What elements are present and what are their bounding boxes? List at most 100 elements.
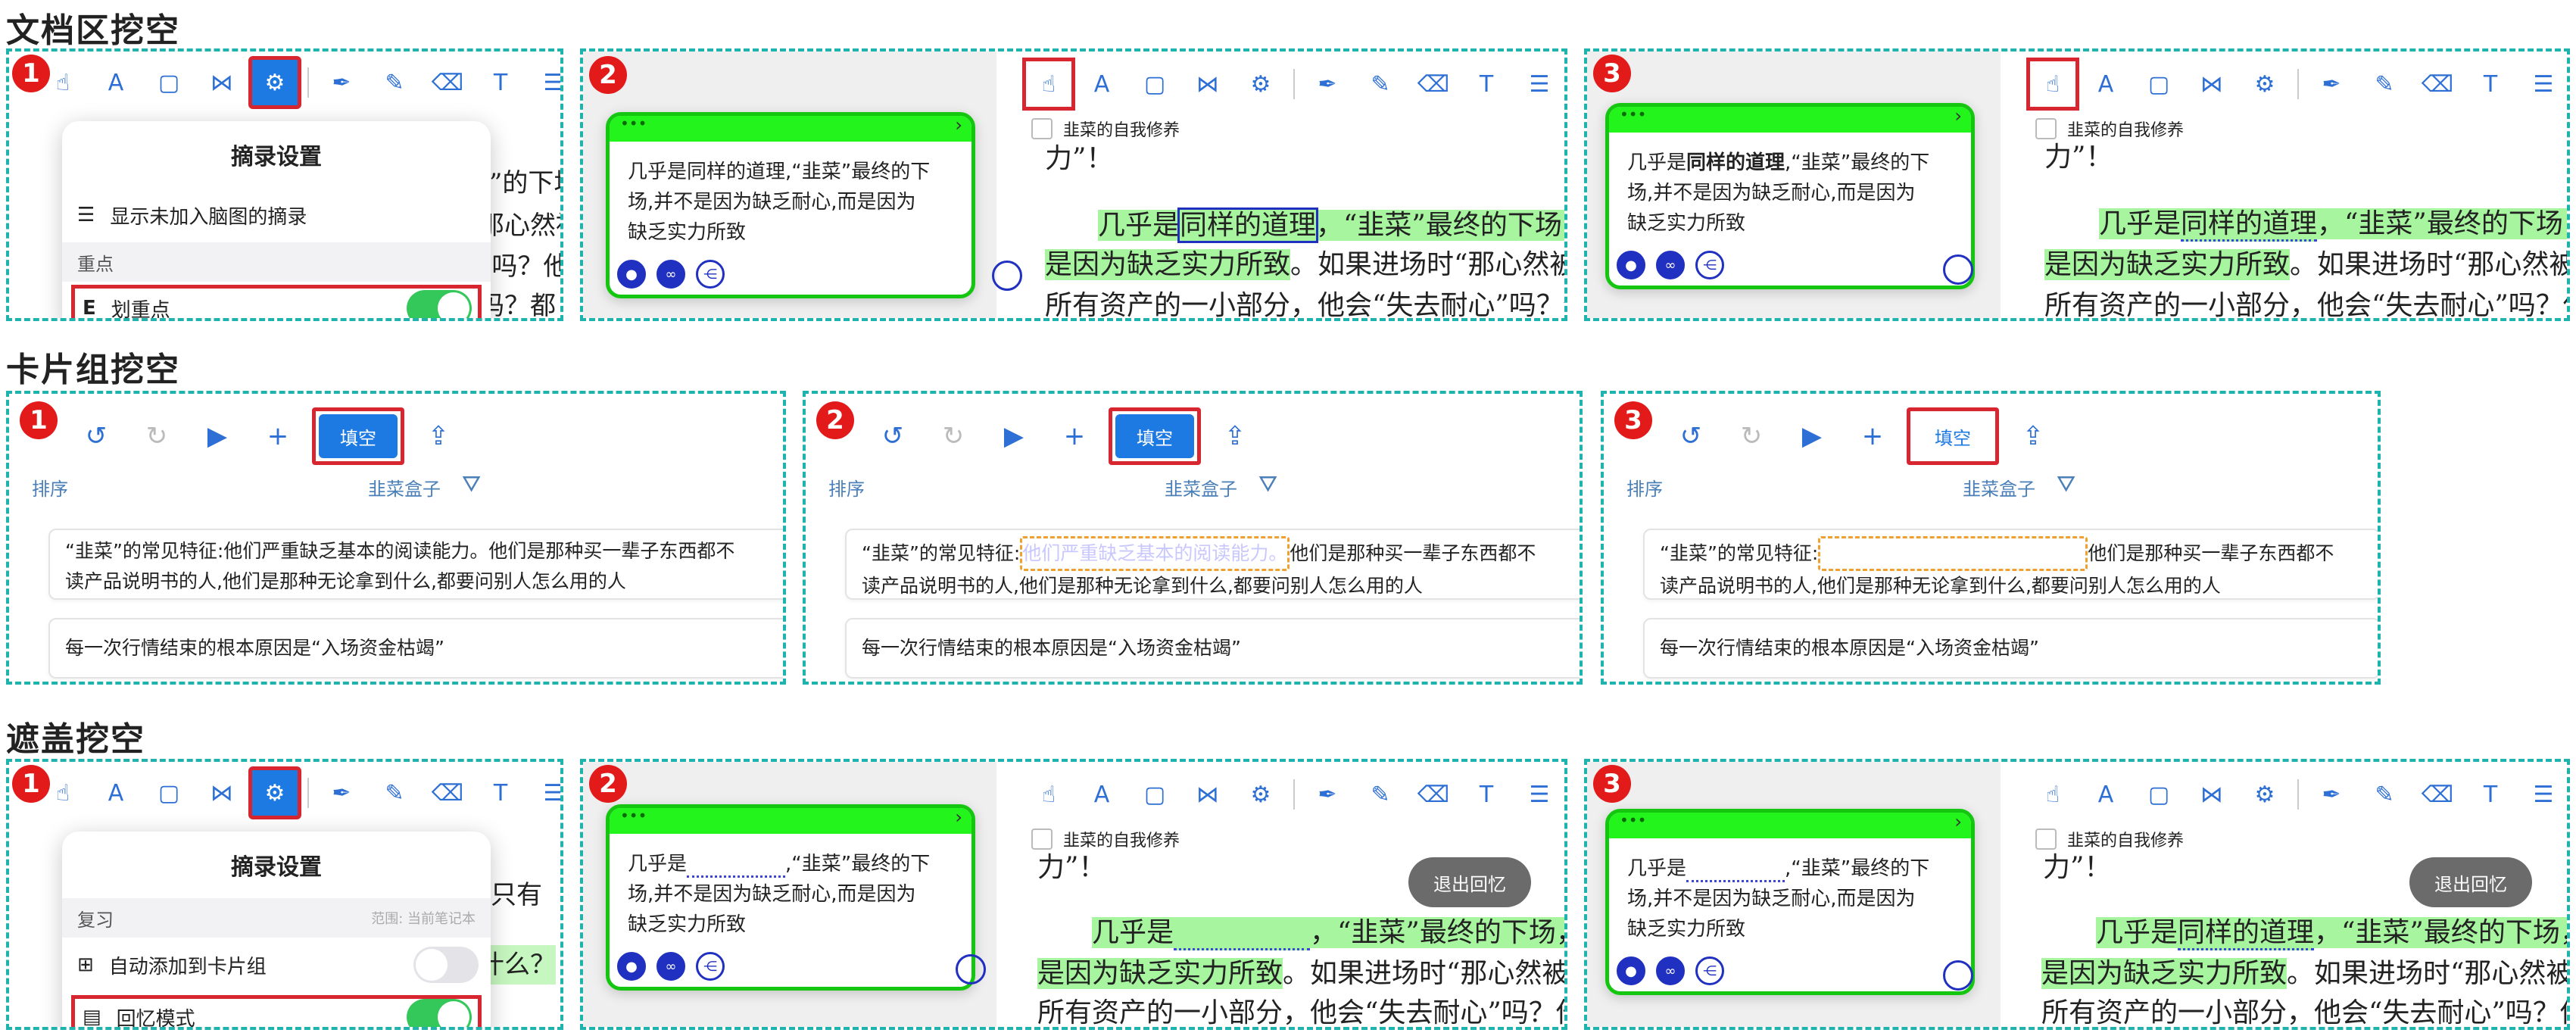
card-box-label[interactable]: 韭菜盒子 [1165,474,1237,501]
card-box-label[interactable]: 韭菜盒子 [1963,474,2035,501]
text-underline-icon[interactable]: A [89,56,142,109]
highlighter-icon[interactable]: ✎ [368,56,421,109]
excerpt-card[interactable]: ••• › 几乎是同样的道理,“韭菜”最终的下 场,并不是因为缺乏耐心,而是因为 … [606,804,975,991]
excerpt-card[interactable]: ••• › 几乎是同样的道理,“韭菜”最终的下 场,并不是因为缺乏耐心,而是因为 … [606,112,975,298]
eraser-icon[interactable]: ⌫ [2411,58,2464,111]
more-icon[interactable]: ☰ [2517,768,2567,821]
textbox-icon[interactable]: T [1460,58,1513,111]
more-icon[interactable]: ☰ [527,766,560,819]
show-unadded-row[interactable]: ☰ 显示未加入脑图的摘录 [62,188,491,242]
mindmap-branch-icon[interactable]: ⋲ [696,952,725,981]
text-underline-icon[interactable]: A [89,766,142,819]
eraser-icon[interactable]: ⌫ [1407,58,1460,111]
group-card[interactable]: 每一次行情结束的根本原因是“入场资金枯竭” [48,618,783,679]
mindmap-icon[interactable]: ⋈ [1181,58,1234,111]
pointer-icon[interactable]: ☝ [1022,58,1075,111]
auto-add-toggle[interactable] [413,947,479,983]
pen-icon[interactable]: ✒ [2305,58,2358,111]
link-icon[interactable]: ∞ [656,260,685,289]
group-card[interactable]: 每一次行情结束的根本原因是“入场资金枯竭” [845,618,1580,679]
redo-icon[interactable]: ↻ [130,413,183,459]
text-underline-icon[interactable]: A [1075,58,1128,111]
add-icon[interactable]: + [1048,413,1101,459]
mindmap-icon[interactable]: ⋈ [195,766,248,819]
textbox-icon[interactable]: T [474,56,527,109]
fill-blank-button[interactable]: 填空 [1115,414,1194,458]
pen-icon[interactable]: ✒ [1301,768,1354,821]
more-icon[interactable]: ☰ [1513,58,1564,111]
group-card[interactable]: “韭菜”的常见特征:他们严重缺乏基本的阅读能力。他们是那种买一辈子东西都不 读产… [48,529,783,600]
comment-icon[interactable]: ● [1617,251,1645,279]
filter-icon[interactable]: ⛛ [2057,471,2075,498]
highlighter-icon[interactable]: ✎ [1354,58,1407,111]
highlight-key-row[interactable]: E 划重点 [71,285,482,318]
highlighter-icon[interactable]: ✎ [2358,768,2411,821]
link-icon[interactable]: ∞ [1656,251,1685,279]
resize-handle-icon[interactable] [992,261,1022,291]
undo-icon[interactable]: ↺ [1664,413,1717,459]
redo-icon[interactable]: ↻ [927,413,980,459]
excerpt-settings-icon[interactable]: ⚙ [1234,58,1287,111]
cloze-blank[interactable]: 同样的道理 [687,853,786,878]
mindmap-branch-icon[interactable]: ⋲ [1695,251,1724,279]
textbox-icon[interactable]: T [474,766,527,819]
cloze-blank[interactable]: 同样的道理 [1686,857,1785,882]
undo-icon[interactable]: ↺ [70,413,123,459]
rectangle-select-icon[interactable]: ▢ [142,766,195,819]
eraser-icon[interactable]: ⌫ [1407,768,1460,821]
resize-handle-icon[interactable] [1943,960,1973,991]
group-card[interactable]: “韭菜”的常见特征:他们严重缺乏基本的阅读能力。他们是那种买一辈子东西都不 读产… [1643,529,2378,600]
exit-recall-button[interactable]: 退出回忆 [2409,857,2532,907]
recall-mode-row[interactable]: ▤ 回忆模式 [71,995,482,1027]
excerpt-card[interactable]: ••• › 几乎是同样的道理,“韭菜”最终的下 场,并不是因为缺乏耐心,而是因为 … [1605,809,1975,995]
fill-blank-button[interactable]: 填空 [1913,414,1992,458]
sort-label[interactable]: 排序 [828,474,865,501]
rectangle-select-icon[interactable]: ▢ [1128,768,1181,821]
sort-label[interactable]: 排序 [1626,474,1663,501]
textbox-icon[interactable]: T [2464,768,2517,821]
share-icon[interactable]: ⇪ [412,413,465,459]
mindmap-icon[interactable]: ⋈ [2185,768,2238,821]
highlighter-icon[interactable]: ✎ [2358,58,2411,111]
resize-handle-icon[interactable] [1943,254,1973,285]
excerpt-settings-icon[interactable]: ⚙ [2238,768,2291,821]
pen-icon[interactable]: ✒ [1301,58,1354,111]
pointer-icon[interactable]: ☝ [1022,768,1075,821]
undo-icon[interactable]: ↺ [866,413,919,459]
comment-icon[interactable]: ● [617,260,646,289]
rectangle-select-icon[interactable]: ▢ [142,56,195,109]
rectangle-select-icon[interactable]: ▢ [2132,58,2185,111]
mindmap-branch-icon[interactable]: ⋲ [696,260,725,289]
text-underline-icon[interactable]: A [2079,768,2132,821]
play-icon[interactable]: ▶ [987,413,1040,459]
pen-icon[interactable]: ✒ [2305,768,2358,821]
sort-label[interactable]: 排序 [32,474,68,501]
highlighter-icon[interactable]: ✎ [368,766,421,819]
excerpt-settings-icon[interactable]: ⚙ [248,766,301,819]
textbox-icon[interactable]: T [1460,768,1513,821]
play-icon[interactable]: ▶ [191,413,244,459]
highlighter-icon[interactable]: ✎ [1354,768,1407,821]
link-icon[interactable]: ∞ [656,952,685,981]
excerpt-card[interactable]: ••• › 几乎是同样的道理,“韭菜”最终的下 场,并不是因为缺乏耐心,而是因为 … [1605,103,1975,289]
comment-icon[interactable]: ● [617,952,646,981]
highlight-key-toggle[interactable] [407,290,472,318]
filter-icon[interactable]: ⛛ [462,471,481,498]
play-icon[interactable]: ▶ [1785,413,1838,459]
mindmap-icon[interactable]: ⋈ [2185,58,2238,111]
mindmap-icon[interactable]: ⋈ [195,56,248,109]
excerpt-settings-icon[interactable]: ⚙ [1234,768,1287,821]
filter-icon[interactable]: ⛛ [1258,471,1277,498]
eraser-icon[interactable]: ⌫ [2411,768,2464,821]
share-icon[interactable]: ⇪ [2007,413,2060,459]
eraser-icon[interactable]: ⌫ [421,766,474,819]
more-icon[interactable]: ☰ [2517,58,2567,111]
group-card[interactable]: 每一次行情结束的根本原因是“入场资金枯竭” [1643,618,2378,679]
more-icon[interactable]: ☰ [527,56,560,109]
cloze-blank[interactable]: 他们严重缺乏基本的阅读能力。 [1020,536,1290,571]
rectangle-select-icon[interactable]: ▢ [2132,768,2185,821]
card-box-label[interactable]: 韭菜盒子 [368,474,441,501]
cloze-blank[interactable]: 他们严重缺乏基本的阅读能力。 [1818,536,2088,571]
pen-icon[interactable]: ✒ [315,766,368,819]
eraser-icon[interactable]: ⌫ [421,56,474,109]
